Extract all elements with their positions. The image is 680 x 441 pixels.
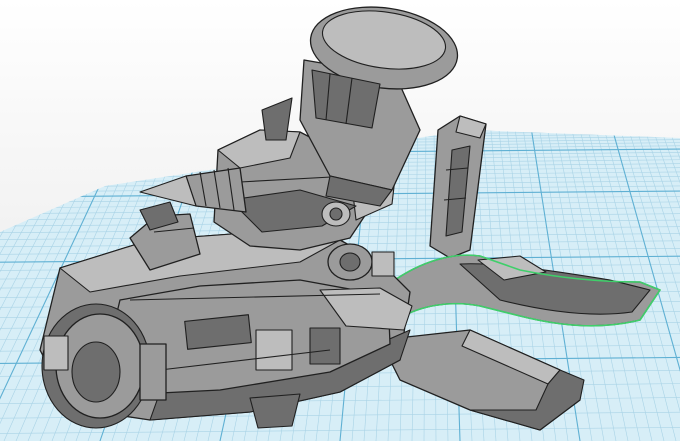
3d-viewport[interactable]	[0, 0, 680, 441]
scene-canvas[interactable]	[0, 0, 680, 441]
